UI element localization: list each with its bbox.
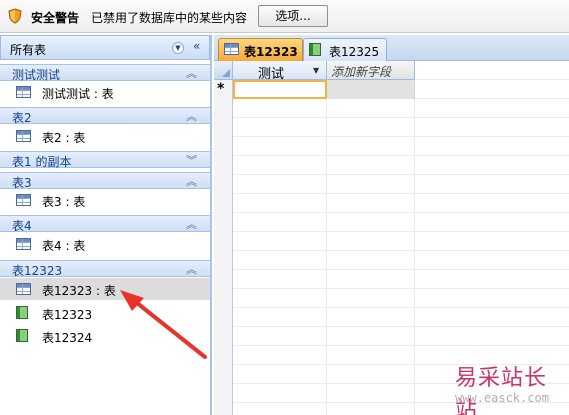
nav-item-ceshiceshi-table[interactable]: 测试测试 : 表 <box>0 81 210 103</box>
expand-group-icon[interactable]: ︾ <box>186 152 197 168</box>
watermark-url: www.easck.com <box>455 391 549 405</box>
tab-biao12325[interactable]: 表12325 <box>303 38 387 61</box>
active-cell[interactable] <box>233 80 327 99</box>
nav-item-biao2-table[interactable]: 表2 : 表 <box>0 125 210 147</box>
column-header-ceshi[interactable]: 测试 ▼ <box>233 61 327 82</box>
security-warning-bar: 安全警告 已禁用了数据库中的某些内容 选项... <box>0 0 569 33</box>
chevron-down-icon[interactable]: ▼ <box>172 42 184 54</box>
security-warning-message: 已禁用了数据库中的某些内容 <box>91 11 248 25</box>
security-warning-title: 安全警告 <box>31 11 80 25</box>
options-button[interactable]: 选项... <box>258 5 328 27</box>
collapse-group-icon[interactable]: ︽ <box>186 173 197 189</box>
group-label: 表2 <box>12 111 32 125</box>
arrow-annotation-icon <box>120 290 207 359</box>
collapse-group-icon[interactable]: ︽ <box>186 261 197 277</box>
tab-label: 表12325 <box>329 45 380 59</box>
chevron-down-icon[interactable]: ▼ <box>313 66 319 75</box>
document-tab-strip: 表12323 表12325 <box>214 35 569 61</box>
column-header-label: 添加新字段 <box>331 65 392 79</box>
table-icon <box>16 86 31 98</box>
nav-pane-header[interactable]: 所有表 ▼ « <box>0 35 210 60</box>
table-icon <box>224 43 239 55</box>
group-label: 表4 <box>12 219 32 233</box>
form-icon <box>16 306 28 319</box>
nav-item-biao3-table[interactable]: 表3 : 表 <box>0 189 210 211</box>
collapse-group-icon[interactable]: ︽ <box>186 65 197 81</box>
nav-item-label: 测试测试 : 表 <box>42 87 114 101</box>
nav-pane-title: 所有表 <box>10 43 47 57</box>
nav-item-label: 表4 : 表 <box>42 239 86 253</box>
group-label: 表1 的副本 <box>12 155 72 169</box>
group-header-biao4[interactable]: 表4 ︽ <box>0 215 210 233</box>
collapse-group-icon[interactable]: ︽ <box>186 108 197 124</box>
watermark-text: 易采站长站 <box>455 366 548 415</box>
collapse-group-icon[interactable]: ︽ <box>186 216 197 232</box>
group-header-biao12323[interactable]: 表12323 ︽ <box>0 260 210 278</box>
collapse-pane-icon[interactable]: « <box>193 39 200 53</box>
table-icon <box>16 238 31 250</box>
group-header-biao3[interactable]: 表3 ︽ <box>0 172 210 190</box>
table-icon <box>16 194 31 206</box>
select-all-corner[interactable] <box>214 61 233 80</box>
nav-item-label: 表12324 <box>42 331 93 345</box>
nav-item-label: 表2 : 表 <box>42 131 86 145</box>
group-header-biao2[interactable]: 表2 ︽ <box>0 107 210 125</box>
form-icon <box>16 329 28 342</box>
shield-icon <box>8 8 22 24</box>
group-label: 表12323 <box>12 264 63 278</box>
table-icon <box>16 283 31 295</box>
nav-item-label: 表12323 : 表 <box>42 284 116 298</box>
new-field-cell[interactable] <box>327 80 415 99</box>
nav-item-label: 表12323 <box>42 308 93 322</box>
nav-item-biao4-table[interactable]: 表4 : 表 <box>0 233 210 255</box>
group-header-biao1-copy[interactable]: 表1 的副本 ︾ <box>0 151 210 169</box>
tab-biao12323[interactable]: 表12323 <box>218 38 303 61</box>
new-record-marker: * <box>217 81 225 97</box>
column-header-add-new-field[interactable]: 添加新字段 <box>327 61 415 80</box>
tab-label: 表12323 <box>244 45 298 59</box>
form-icon <box>309 43 321 56</box>
group-header-ceshiceshi[interactable]: 测试测试 ︽ <box>0 64 210 82</box>
table-icon <box>16 130 31 142</box>
nav-item-label: 表3 : 表 <box>42 195 86 209</box>
